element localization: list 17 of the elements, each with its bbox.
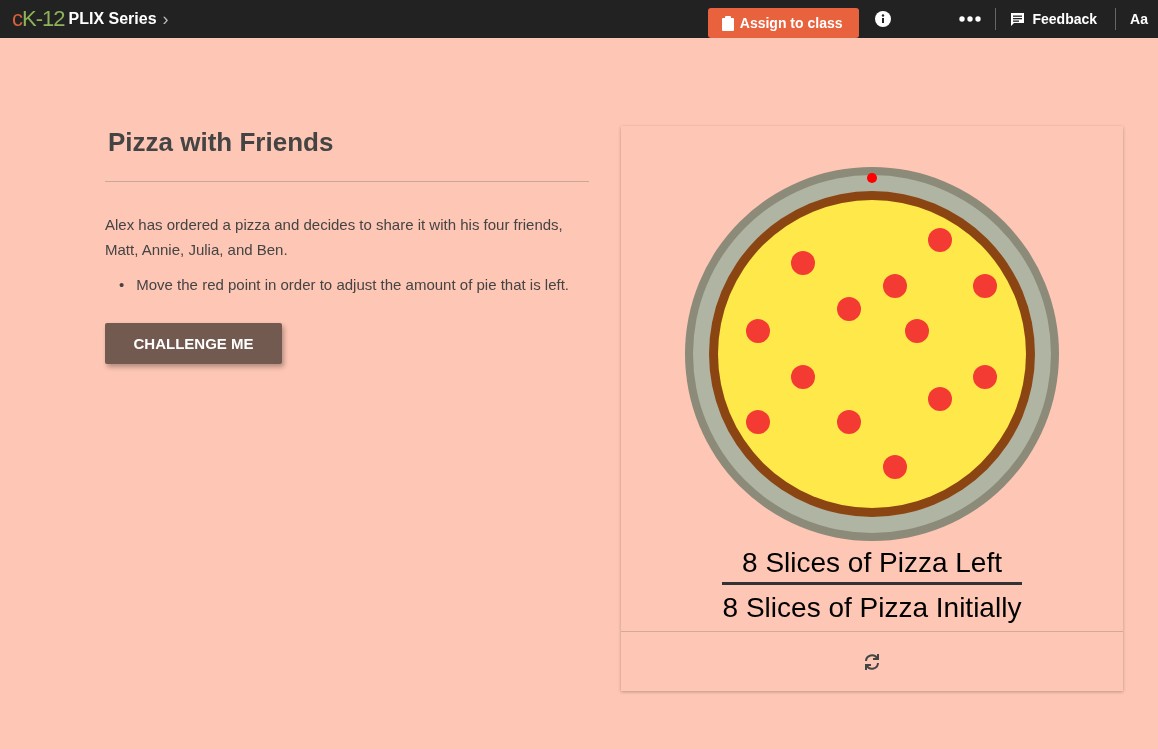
clipboard-icon [721, 15, 734, 31]
feedback-button[interactable]: Feedback [1009, 11, 1098, 27]
reset-icon[interactable] [863, 652, 881, 671]
numerator-text: 8 Slices of Pizza Left [742, 546, 1002, 580]
chevron-icon: › [162, 8, 169, 30]
challenge-me-button[interactable]: CHALLENGE ME [105, 323, 282, 364]
denominator-text: 8 Slices of Pizza Initially [722, 591, 1022, 625]
more-icon[interactable] [958, 16, 981, 22]
info-icon[interactable] [874, 11, 891, 27]
instruction-item: Move the red point in order to adjust the amount of pie that is left. [136, 275, 570, 295]
bullet-marker: • [119, 275, 125, 295]
font-size-button[interactable]: Aa [1130, 11, 1148, 27]
series-link[interactable]: PLIX Series [68, 10, 157, 28]
intro-text: Alex has ordered a pizza and decides to share it with his four friends, Matt, Annie, Julia, and Ben. [105, 215, 564, 260]
message-icon [1009, 11, 1025, 27]
lesson-title: Pizza with Friends [108, 127, 335, 159]
logo[interactable]: cK-12 [12, 6, 65, 32]
